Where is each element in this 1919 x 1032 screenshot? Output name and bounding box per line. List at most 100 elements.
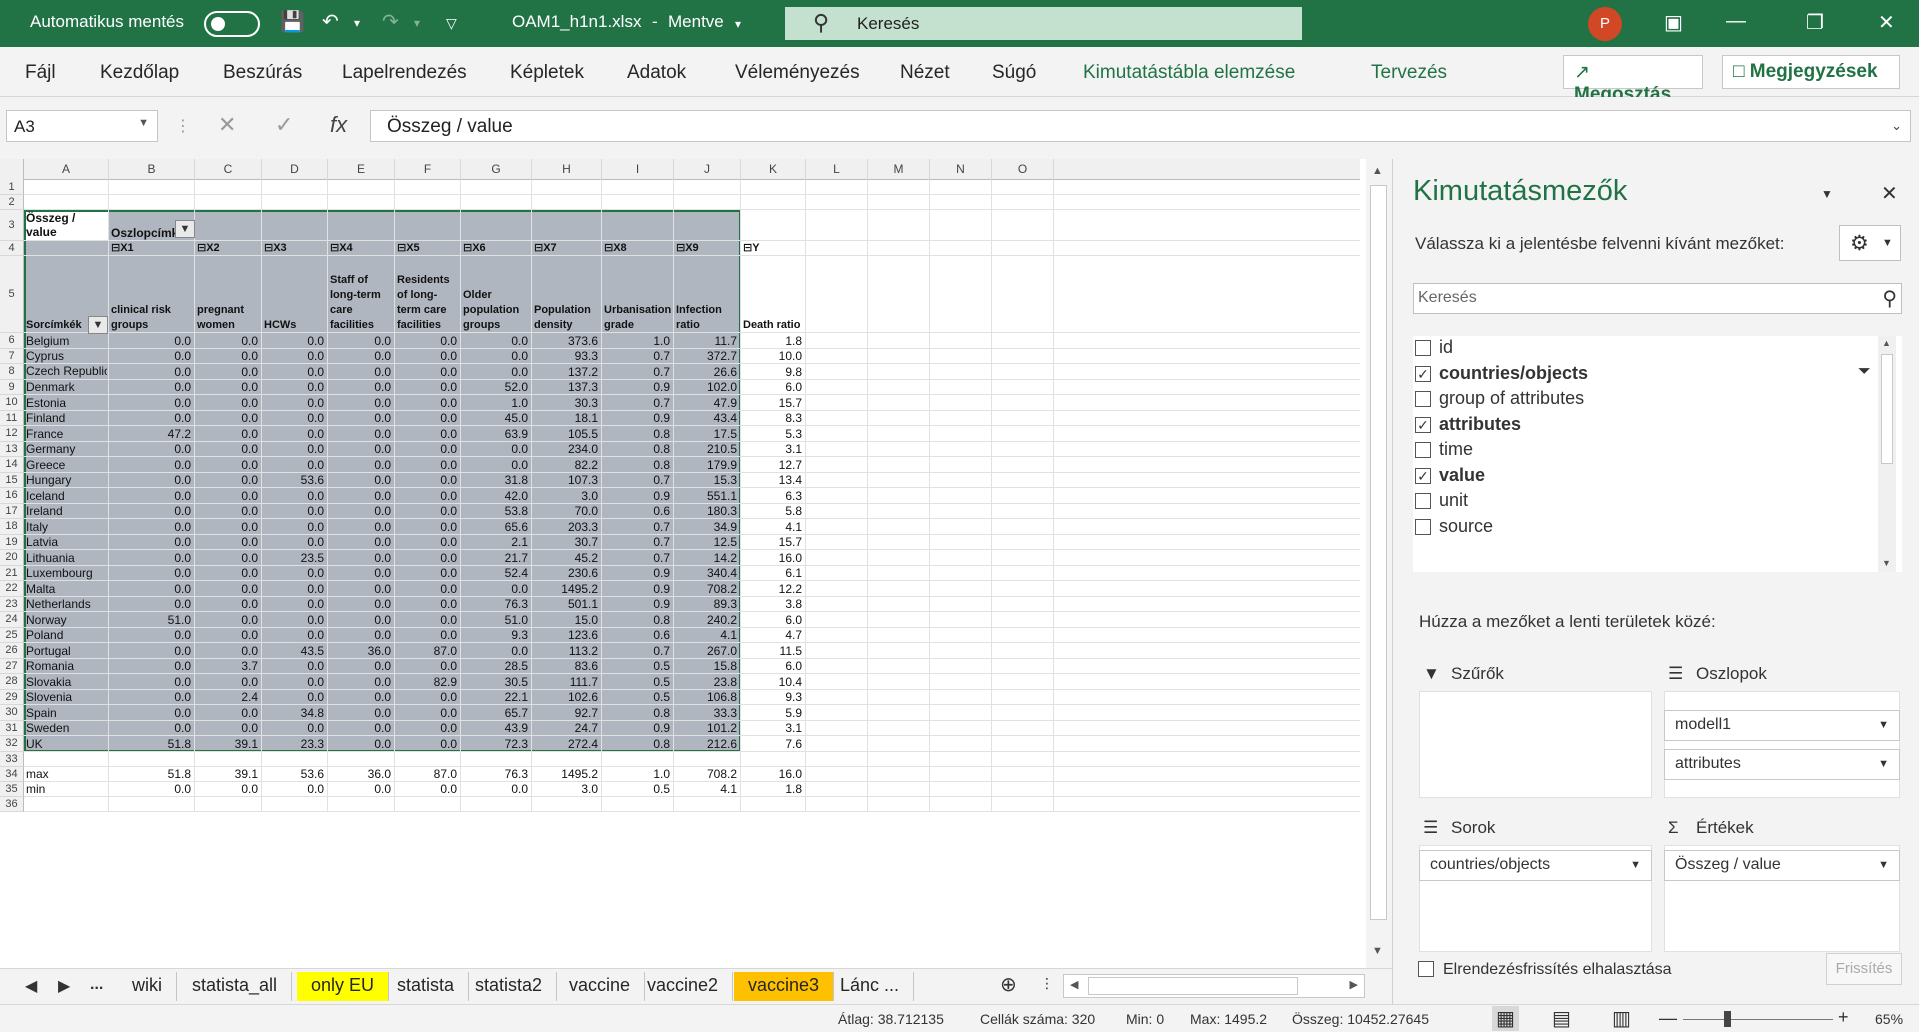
value-cell[interactable]: 0.0 [111,644,193,659]
row-header[interactable]: 30 [0,705,24,721]
sheet-tab[interactable]: statista2 [461,972,558,1001]
value-cell[interactable]: 0.0 [111,442,193,457]
value-cell[interactable]: 0.9 [604,597,672,612]
value-cell[interactable]: 2.1 [463,535,530,550]
field-list-thumb[interactable] [1881,354,1893,464]
row-header[interactable]: 27 [0,658,24,674]
row-header[interactable]: 12 [0,426,24,442]
customize-qat-icon[interactable]: ▽ [446,15,457,32]
value-cell[interactable]: 0.0 [463,458,530,473]
undo-icon[interactable]: ↶ [322,9,339,34]
value-cell[interactable]: 0.0 [111,380,193,395]
value-cell[interactable]: 0.0 [397,566,459,581]
row-label[interactable]: Germany [26,442,107,457]
value-cell[interactable]: 0.0 [330,551,393,566]
value-cell[interactable]: 230.6 [534,566,600,581]
row-label[interactable]: Estonia [26,396,107,411]
value-cell[interactable]: 82.9 [397,675,459,690]
collapse-icon[interactable]: ⊟ [111,242,120,254]
value-cell[interactable]: 89.3 [676,597,739,612]
defer-layout-update[interactable]: Elrendezésfrissítés elhalasztása [1418,961,1672,979]
value-cell[interactable]: 3.0 [534,489,600,504]
value-cell[interactable]: 92.7 [534,706,600,721]
search-box[interactable]: ⚲ Keresés [785,7,1302,40]
summary-cell[interactable]: 36.0 [330,767,393,782]
value-cell[interactable]: 24.7 [534,721,600,736]
value-cell[interactable]: 0.0 [264,504,326,519]
value-cell[interactable]: 0.0 [111,396,193,411]
row-header[interactable]: 19 [0,534,24,550]
h-scroll-thumb[interactable] [1088,977,1298,995]
row-header[interactable]: 25 [0,627,24,643]
value-cell[interactable]: 76.3 [463,597,530,612]
checkbox-icon[interactable] [1415,340,1431,356]
row-label[interactable]: Slovenia [26,690,107,705]
value-cell[interactable]: 0.7 [604,520,672,535]
pivot-corner-label[interactable]: Összeg / value [26,211,107,241]
field-item[interactable]: source [1413,515,1883,541]
value-cell[interactable]: 1.0 [604,334,672,349]
value-cell[interactable]: 0.0 [111,690,193,705]
column-name[interactable]: Residents of long-term care facilities [397,256,459,333]
row-header[interactable]: 7 [0,348,24,364]
column-header[interactable]: K [741,159,806,180]
summary-cell[interactable]: 0.0 [197,782,260,797]
value-cell[interactable]: 0.7 [604,396,672,411]
share-button[interactable]: ↗ Megosztás [1563,55,1703,105]
value-cell[interactable]: 51.8 [111,737,193,752]
value-cell[interactable]: 0.0 [264,380,326,395]
value-cell[interactable]: 11.5 [743,644,804,659]
summary-cell[interactable]: 1.8 [743,782,804,797]
row-label[interactable]: Portugal [26,644,107,659]
value-cell[interactable]: 5.8 [743,504,804,519]
value-cell[interactable]: 0.0 [264,582,326,597]
value-cell[interactable]: 107.3 [534,473,600,488]
value-cell[interactable]: 0.0 [197,365,260,380]
value-cell[interactable]: 0.0 [463,582,530,597]
row-header[interactable]: 9 [0,379,24,395]
value-cell[interactable]: 3.7 [197,659,260,674]
value-cell[interactable]: 9.8 [743,365,804,380]
value-cell[interactable]: 0.0 [197,504,260,519]
value-cell[interactable]: 0.0 [397,442,459,457]
column-header[interactable]: F [395,159,461,180]
value-cell[interactable]: 0.0 [397,520,459,535]
value-cell[interactable]: 0.6 [604,628,672,643]
chevron-down-icon[interactable]: ▼ [1630,859,1641,871]
value-cell[interactable]: 65.7 [463,706,530,721]
row-label[interactable]: Greece [26,458,107,473]
column-code[interactable]: ⊟X9 [676,241,739,256]
collapse-icon[interactable]: ⊟ [604,242,613,254]
select-all-corner[interactable] [0,159,24,180]
value-cell[interactable]: 23.8 [676,675,739,690]
value-cell[interactable]: 0.0 [330,334,393,349]
value-cell[interactable]: 1.8 [743,334,804,349]
value-cell[interactable]: 0.0 [197,473,260,488]
row-header[interactable]: 6 [0,333,24,349]
value-cell[interactable]: 102.0 [676,380,739,395]
column-header[interactable]: L [806,159,868,180]
defer-checkbox[interactable] [1418,961,1434,977]
row-label[interactable]: Ireland [26,504,107,519]
tab-help[interactable]: Súgó [992,62,1036,84]
summary-cell[interactable]: 0.0 [264,782,326,797]
value-cell[interactable]: 0.0 [264,628,326,643]
pane-close-icon[interactable]: ✕ [1881,181,1898,206]
row-header[interactable]: 1 [0,180,24,195]
value-cell[interactable]: 0.0 [111,520,193,535]
column-name[interactable]: pregnant women [197,256,260,333]
value-cell[interactable]: 0.0 [111,473,193,488]
value-cell[interactable]: 0.0 [197,411,260,426]
value-cell[interactable]: 6.0 [743,613,804,628]
value-cell[interactable]: 0.0 [264,566,326,581]
value-cell[interactable]: 0.0 [264,458,326,473]
checkbox-icon[interactable] [1415,391,1431,407]
value-cell[interactable]: 3.1 [743,442,804,457]
value-cell[interactable]: 52.0 [463,380,530,395]
column-code[interactable]: ⊟X4 [330,241,393,256]
pane-options-icon[interactable]: ▼ [1821,187,1833,201]
zoom-in-icon[interactable]: + [1838,1007,1849,1028]
row-label[interactable]: Belgium [26,334,107,349]
value-cell[interactable]: 93.3 [534,349,600,364]
row-label[interactable]: Cyprus [26,349,107,364]
